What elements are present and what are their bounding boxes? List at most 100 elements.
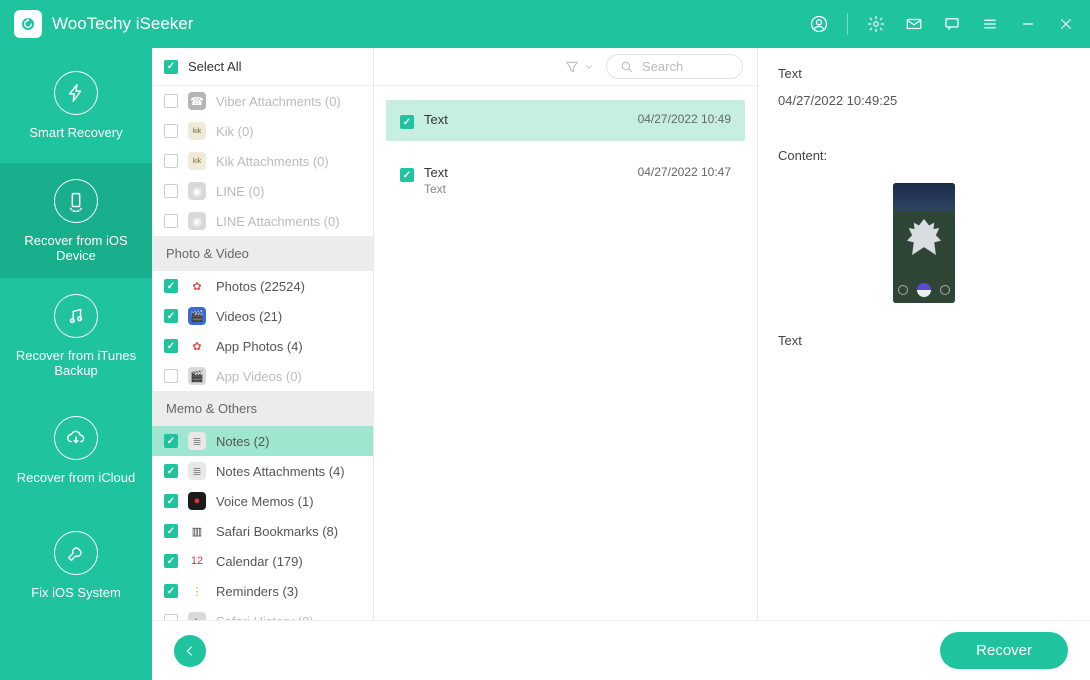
category-label: Viber Attachments (0) — [216, 94, 341, 109]
feedback-icon[interactable] — [942, 14, 962, 34]
select-all-row[interactable]: Select All — [152, 48, 373, 86]
category-item[interactable]: ◉LINE Attachments (0) — [152, 206, 373, 236]
category-icon: 12 — [188, 552, 206, 570]
arrow-left-icon — [182, 643, 198, 659]
menu-icon[interactable] — [980, 14, 1000, 34]
category-icon: ▥ — [188, 522, 206, 540]
category-label: Safari Bookmarks (8) — [216, 524, 338, 539]
category-label: Reminders (3) — [216, 584, 298, 599]
category-checkbox[interactable] — [164, 494, 178, 508]
category-item[interactable]: kikKik Attachments (0) — [152, 146, 373, 176]
note-date: 04/27/2022 10:47 — [638, 165, 731, 179]
category-item[interactable]: 🎬 Videos (21) — [152, 301, 373, 331]
category-item[interactable]: ⋮ Reminders (3) — [152, 576, 373, 606]
category-item[interactable]: ✿ Photos (22524) — [152, 271, 373, 301]
settings-icon[interactable] — [866, 14, 886, 34]
category-item[interactable]: ☎Viber Attachments (0) — [152, 86, 373, 116]
category-icon: ◉ — [188, 182, 206, 200]
select-all-checkbox[interactable] — [164, 60, 178, 74]
category-label: Photos (22524) — [216, 279, 305, 294]
category-label: Voice Memos (1) — [216, 494, 314, 509]
category-label: Notes (2) — [216, 434, 269, 449]
category-checkbox[interactable] — [164, 554, 178, 568]
phone-refresh-icon — [54, 179, 98, 223]
category-item[interactable]: ▥ Safari Bookmarks (8) — [152, 516, 373, 546]
search-icon — [619, 59, 634, 74]
category-item[interactable]: ◐Safari History (0) — [152, 606, 373, 620]
items-column: Text04/27/2022 10:49 TextText04/27/2022 1… — [374, 48, 758, 620]
category-list[interactable]: ☎Viber Attachments (0)kikKik (0)kikKik A… — [152, 86, 373, 620]
nav-smart-recovery[interactable]: Smart Recovery — [0, 48, 152, 163]
detail-panel: Text 04/27/2022 10:49:25 Content: Text — [758, 48, 1090, 620]
category-item[interactable]: 🎬App Videos (0) — [152, 361, 373, 391]
category-label: Videos (21) — [216, 309, 282, 324]
category-checkbox[interactable] — [164, 584, 178, 598]
category-item[interactable]: kikKik (0) — [152, 116, 373, 146]
category-column: Select All ☎Viber Attachments (0)kikKik … — [152, 48, 374, 620]
category-checkbox[interactable] — [164, 154, 178, 168]
category-checkbox[interactable] — [164, 339, 178, 353]
cloud-download-icon — [54, 416, 98, 460]
nav-sidebar: Smart Recovery Recover from iOS Device R… — [0, 48, 152, 680]
items-toolbar — [374, 48, 757, 86]
mail-icon[interactable] — [904, 14, 924, 34]
chevron-down-icon — [584, 62, 594, 72]
nav-label: Fix iOS System — [31, 585, 121, 600]
titlebar-separator — [847, 13, 848, 35]
nav-fix-ios[interactable]: Fix iOS System — [0, 508, 152, 623]
nav-label: Smart Recovery — [29, 125, 122, 140]
category-label: Calendar (179) — [216, 554, 303, 569]
category-label: LINE (0) — [216, 184, 264, 199]
category-section-header: Memo & Others — [152, 391, 373, 426]
note-checkbox[interactable] — [400, 168, 414, 182]
category-icon: ≣ — [188, 432, 206, 450]
category-checkbox[interactable] — [164, 279, 178, 293]
category-icon: kik — [188, 122, 206, 140]
category-checkbox[interactable] — [164, 369, 178, 383]
category-item[interactable]: ●Voice Memos (1) — [152, 486, 373, 516]
category-label: App Photos (4) — [216, 339, 303, 354]
detail-timestamp: 04/27/2022 10:49:25 — [778, 93, 1070, 108]
detail-attachment-image[interactable] — [893, 183, 955, 303]
footer-bar: Recover — [152, 620, 1090, 680]
note-row[interactable]: Text04/27/2022 10:49 — [386, 100, 745, 141]
category-icon: ✿ — [188, 277, 206, 295]
back-button[interactable] — [174, 635, 206, 667]
nav-recover-ios-device[interactable]: Recover from iOS Device — [0, 163, 152, 278]
recover-button[interactable]: Recover — [940, 632, 1068, 669]
search-input[interactable] — [642, 59, 730, 74]
nav-label: Recover from iTunes Backup — [12, 348, 140, 378]
category-icon: ≣ — [188, 462, 206, 480]
nav-recover-itunes[interactable]: Recover from iTunes Backup — [0, 278, 152, 393]
app-title: WooTechy iSeeker — [52, 14, 809, 34]
category-icon: ⋮ — [188, 582, 206, 600]
category-item[interactable]: ✿App Photos (4) — [152, 331, 373, 361]
note-checkbox[interactable] — [400, 115, 414, 129]
category-checkbox[interactable] — [164, 434, 178, 448]
category-checkbox[interactable] — [164, 124, 178, 138]
search-box[interactable] — [606, 54, 743, 79]
nav-recover-icloud[interactable]: Recover from iCloud — [0, 393, 152, 508]
category-item[interactable]: ≣ Notes (2) — [152, 426, 373, 456]
category-icon: 🎬 — [188, 307, 206, 325]
category-checkbox[interactable] — [164, 464, 178, 478]
account-icon[interactable] — [809, 14, 829, 34]
category-item[interactable]: 12 Calendar (179) — [152, 546, 373, 576]
category-label: Notes Attachments (4) — [216, 464, 345, 479]
category-checkbox[interactable] — [164, 214, 178, 228]
close-icon[interactable] — [1056, 14, 1076, 34]
category-checkbox[interactable] — [164, 524, 178, 538]
lightning-icon — [54, 71, 98, 115]
category-item[interactable]: ◉ LINE (0) — [152, 176, 373, 206]
category-checkbox[interactable] — [164, 309, 178, 323]
detail-body-text: Text — [778, 333, 1070, 348]
filter-button[interactable] — [564, 59, 594, 75]
category-checkbox[interactable] — [164, 184, 178, 198]
note-list: Text04/27/2022 10:49 TextText04/27/2022 1… — [374, 86, 757, 222]
music-note-icon — [54, 294, 98, 338]
app-logo-icon — [14, 10, 42, 38]
note-row[interactable]: TextText04/27/2022 10:47 — [386, 153, 745, 208]
minimize-icon[interactable] — [1018, 14, 1038, 34]
category-checkbox[interactable] — [164, 94, 178, 108]
category-item[interactable]: ≣ Notes Attachments (4) — [152, 456, 373, 486]
